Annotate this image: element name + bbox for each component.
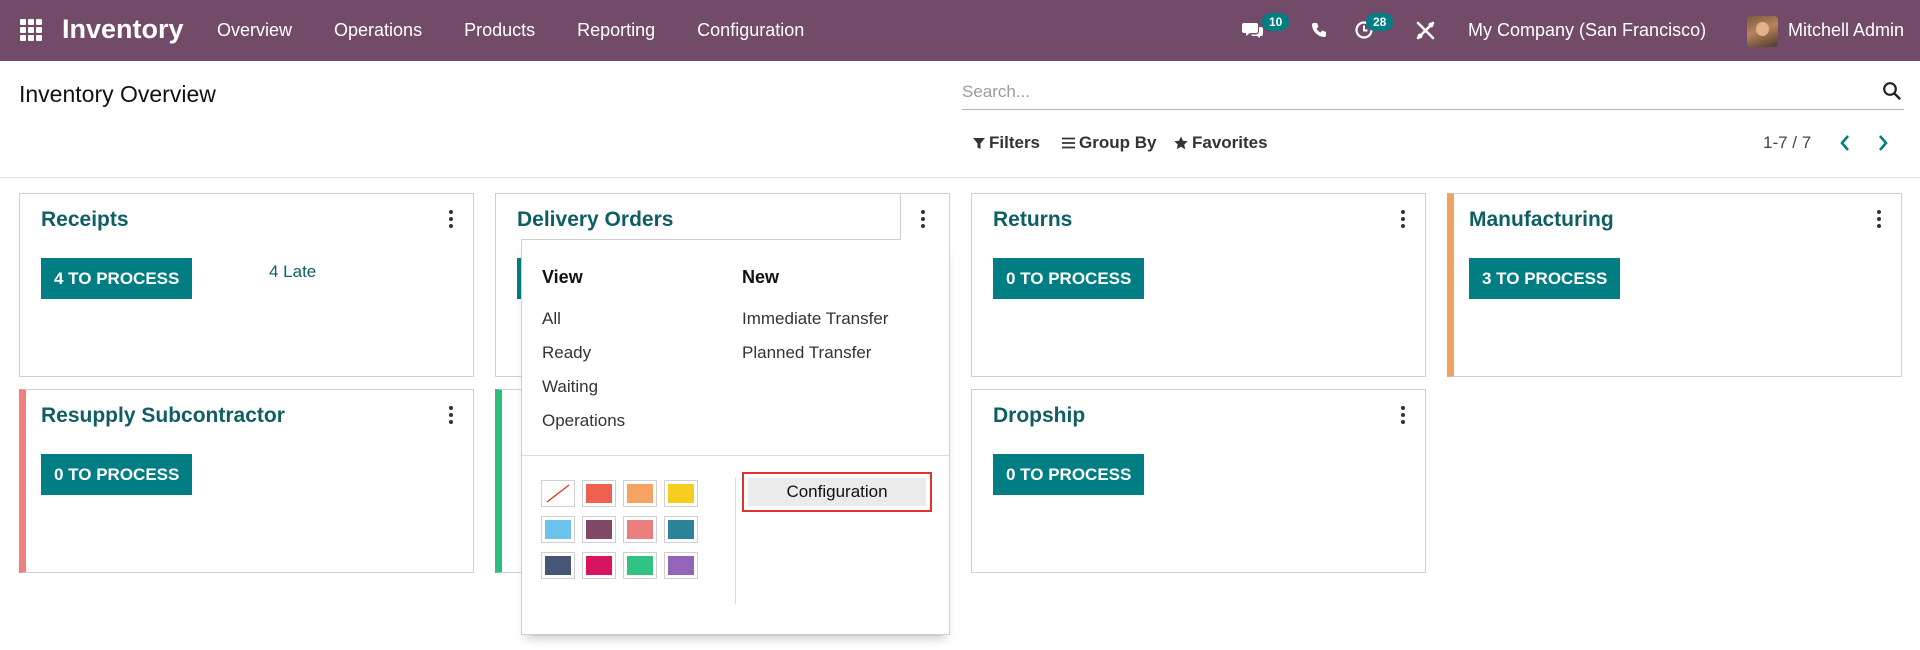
main-menu: Overview Operations Products Reporting C… <box>196 0 825 61</box>
search-icon[interactable] <box>1882 81 1902 101</box>
top-navbar: Inventory Overview Operations Products R… <box>0 0 1920 61</box>
tools-icon[interactable] <box>1416 21 1435 40</box>
group-by-label: Group By <box>1079 133 1157 152</box>
to-process-button[interactable]: 0 TO PROCESS <box>41 454 193 495</box>
color-swatch[interactable] <box>623 552 657 579</box>
card-title[interactable]: Manufacturing <box>1469 208 1614 232</box>
card-title[interactable]: Returns <box>993 208 1072 232</box>
menu-overview[interactable]: Overview <box>196 0 313 61</box>
filter-icon <box>973 137 985 149</box>
app-brand[interactable]: Inventory <box>62 14 184 45</box>
color-swatch[interactable] <box>541 552 575 579</box>
chat-icon[interactable] <box>1242 20 1264 40</box>
menu-configuration[interactable]: Configuration <box>676 0 825 61</box>
new-immediate-transfer[interactable]: Immediate Transfer <box>742 309 888 329</box>
card-title[interactable]: Dropship <box>993 404 1085 428</box>
card-manufacturing[interactable]: Manufacturing 3 TO PROCESS <box>1447 193 1902 377</box>
chevron-left-icon[interactable] <box>1835 132 1855 154</box>
list-icon <box>1062 137 1075 149</box>
card-returns[interactable]: Returns 0 TO PROCESS <box>971 193 1426 377</box>
menu-operations[interactable]: Operations <box>313 0 443 61</box>
card-title[interactable]: Delivery Orders <box>517 208 673 232</box>
dropdown-anchor[interactable] <box>900 193 950 240</box>
to-process-button[interactable]: 4 TO PROCESS <box>41 258 193 299</box>
user-avatar[interactable] <box>1747 16 1778 47</box>
chevron-right-icon[interactable] <box>1873 132 1893 154</box>
apps-grid-icon[interactable] <box>20 19 42 41</box>
kebab-menu-icon[interactable] <box>449 210 455 228</box>
messages-badge: 10 <box>1262 13 1290 31</box>
to-process-button[interactable]: 0 TO PROCESS <box>993 454 1145 495</box>
new-heading: New <box>742 267 780 287</box>
color-swatch[interactable] <box>582 516 616 543</box>
filters-label: Filters <box>989 133 1041 152</box>
kebab-menu-icon[interactable] <box>1401 210 1407 228</box>
dropdown-divider <box>522 455 949 456</box>
to-process-button[interactable]: 3 TO PROCESS <box>1469 258 1621 299</box>
kebab-menu-icon[interactable] <box>1401 406 1407 424</box>
color-swatch[interactable] <box>582 552 616 579</box>
star-icon <box>1174 136 1188 150</box>
view-ready[interactable]: Ready <box>542 343 591 363</box>
filters-button[interactable]: Filters <box>973 133 1040 153</box>
color-swatch[interactable] <box>623 480 657 507</box>
page-title: Inventory Overview <box>19 81 216 107</box>
group-by-button[interactable]: Group By <box>1062 133 1156 153</box>
color-swatch[interactable] <box>541 516 575 543</box>
activities-badge: 28 <box>1366 13 1394 31</box>
configuration-button[interactable]: Configuration <box>742 472 932 512</box>
color-swatch[interactable] <box>623 516 657 543</box>
user-menu[interactable]: Mitchell Admin <box>1788 20 1904 41</box>
control-panel: Inventory Overview Filters Group By Favo… <box>0 61 1920 178</box>
phone-icon[interactable] <box>1311 22 1327 39</box>
menu-reporting[interactable]: Reporting <box>556 0 676 61</box>
color-swatch[interactable] <box>664 516 698 543</box>
search-box <box>962 75 1904 110</box>
menu-products[interactable]: Products <box>443 0 556 61</box>
favorites-button[interactable]: Favorites <box>1174 133 1268 153</box>
kebab-menu-icon[interactable] <box>921 210 927 228</box>
card-dropdown-menu: View All Ready Waiting Operations New Im… <box>521 239 950 635</box>
company-switcher[interactable]: My Company (San Francisco) <box>1468 20 1706 41</box>
card-dropship[interactable]: Dropship 0 TO PROCESS <box>971 389 1426 573</box>
view-all[interactable]: All <box>542 309 561 329</box>
dropdown-vertical-divider <box>735 478 736 604</box>
color-swatch[interactable] <box>582 480 616 507</box>
to-process-button[interactable]: 0 TO PROCESS <box>993 258 1145 299</box>
color-swatch[interactable] <box>664 552 698 579</box>
card-receipts[interactable]: Receipts 4 TO PROCESS 4 Late <box>19 193 474 377</box>
new-planned-transfer[interactable]: Planned Transfer <box>742 343 871 363</box>
card-title[interactable]: Receipts <box>41 208 129 232</box>
search-input[interactable] <box>962 75 1862 109</box>
color-swatch-none[interactable] <box>541 480 575 507</box>
kebab-menu-icon[interactable] <box>1877 210 1883 228</box>
configuration-label: Configuration <box>748 478 926 506</box>
kebab-menu-icon[interactable] <box>449 406 455 424</box>
view-operations[interactable]: Operations <box>542 411 625 431</box>
view-waiting[interactable]: Waiting <box>542 377 598 397</box>
view-heading: View <box>542 267 583 287</box>
color-swatch[interactable] <box>664 480 698 507</box>
card-resupply-subcontractor[interactable]: Resupply Subcontractor 0 TO PROCESS <box>19 389 474 573</box>
pager-value[interactable]: 1-7 / 7 <box>1763 133 1811 153</box>
favorites-label: Favorites <box>1192 133 1268 152</box>
card-title[interactable]: Resupply Subcontractor <box>41 404 285 428</box>
late-link[interactable]: 4 Late <box>269 262 316 282</box>
